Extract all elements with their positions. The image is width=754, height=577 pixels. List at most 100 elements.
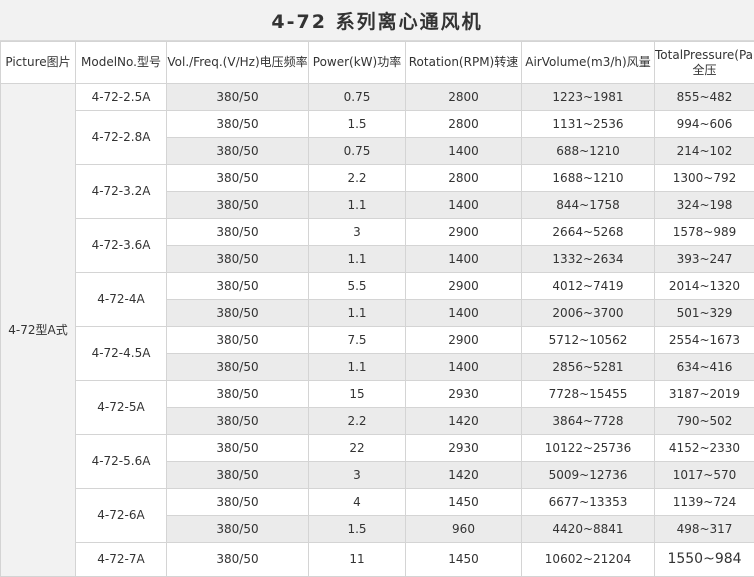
power-cell: 15 — [308, 380, 406, 408]
model-cell: 4-72-2.8A — [75, 110, 167, 165]
rotation-cell: 2800 — [405, 110, 522, 138]
pressure-cell: 1578~989 — [654, 218, 754, 246]
rotation-cell: 2930 — [405, 434, 522, 462]
air-volume-cell: 4420~8841 — [521, 515, 655, 543]
power-cell: 3 — [308, 218, 406, 246]
pressure-cell: 214~102 — [654, 137, 754, 165]
table-row: 4-72-5.6A 380/50 22 2930 10122~25736 4152~233… — [1, 434, 754, 489]
voltage-cell: 380/50 — [166, 164, 309, 192]
table-row: 4-72-2.8A 380/50 1.5 2800 1131~2536 994~606 — [1, 110, 754, 165]
table-row: 4-72-5A 380/50 15 2930 7728~15455 3187~2019 — [1, 380, 754, 435]
table-row: 4-72-7A 380/50 11 1450 10602~21204 1550~984 — [1, 542, 754, 577]
power-cell: 7.5 — [308, 326, 406, 354]
header-picture: Picture图片 — [0, 41, 76, 84]
air-volume-cell: 1223~1981 — [521, 83, 655, 111]
voltage-cell: 380/50 — [166, 407, 309, 435]
pressure-cell: 994~606 — [654, 110, 754, 138]
voltage-cell: 380/50 — [166, 191, 309, 219]
power-cell: 2.2 — [308, 164, 406, 192]
air-volume-cell: 5712~10562 — [521, 326, 655, 354]
air-volume-cell: 7728~15455 — [521, 380, 655, 408]
pressure-cell: 634~416 — [654, 353, 754, 381]
model-cell: 4-72-5A — [75, 380, 167, 435]
rotation-cell: 1400 — [405, 245, 522, 273]
rotation-cell: 2930 — [405, 380, 522, 408]
voltage-cell: 380/50 — [166, 434, 309, 462]
power-cell: 1.1 — [308, 353, 406, 381]
model-cell: 4-72-3.6A — [75, 218, 167, 273]
air-volume-cell: 5009~12736 — [521, 461, 655, 489]
pressure-cell: 324~198 — [654, 191, 754, 219]
power-cell: 1.5 — [308, 515, 406, 543]
model-cell: 4-72-4.5A — [75, 326, 167, 381]
power-cell: 1.5 — [308, 110, 406, 138]
voltage-cell: 380/50 — [166, 488, 309, 516]
header-rotation: Rotation(RPM)转速 — [405, 41, 522, 84]
header-power: Power(kW)功率 — [308, 41, 406, 84]
voltage-cell: 380/50 — [166, 326, 309, 354]
rotation-cell: 1400 — [405, 299, 522, 327]
power-cell: 1.1 — [308, 299, 406, 327]
rotation-cell: 2900 — [405, 218, 522, 246]
model-cell: 4-72-6A — [75, 488, 167, 543]
pressure-cell: 855~482 — [654, 83, 754, 111]
power-cell: 0.75 — [308, 137, 406, 165]
voltage-cell: 380/50 — [166, 137, 309, 165]
air-volume-cell: 2006~3700 — [521, 299, 655, 327]
table-row: 4-72-6A 380/50 4 1450 6677~13353 1139~724 — [1, 488, 754, 543]
voltage-cell: 380/50 — [166, 542, 309, 577]
voltage-cell: 380/50 — [166, 461, 309, 489]
air-volume-cell: 1688~1210 — [521, 164, 655, 192]
pressure-cell: 1017~570 — [654, 461, 754, 489]
pressure-cell: 3187~2019 — [654, 380, 754, 408]
voltage-cell: 380/50 — [166, 110, 309, 138]
air-volume-cell: 6677~13353 — [521, 488, 655, 516]
pressure-cell: 4152~2330 — [654, 434, 754, 462]
spec-table: Picture图片 ModelNo.型号 Vol./Freq.(V/Hz)电压频… — [0, 41, 754, 577]
rotation-cell: 2900 — [405, 326, 522, 354]
air-volume-cell: 3864~7728 — [521, 407, 655, 435]
voltage-cell: 380/50 — [166, 83, 309, 111]
power-cell: 4 — [308, 488, 406, 516]
air-volume-cell: 10122~25736 — [521, 434, 655, 462]
power-cell: 1.1 — [308, 245, 406, 273]
pressure-cell: 498~317 — [654, 515, 754, 543]
rotation-cell: 960 — [405, 515, 522, 543]
table-body: 4-72型A式 4-72-2.5A 380/50 0.75 2800 1223~1981 8… — [0, 83, 754, 577]
header-voltage: Vol./Freq.(V/Hz)电压频率 — [166, 41, 309, 84]
rotation-cell: 1400 — [405, 137, 522, 165]
power-cell: 2.2 — [308, 407, 406, 435]
voltage-cell: 380/50 — [166, 380, 309, 408]
model-cell: 4-72-7A — [75, 542, 167, 577]
air-volume-cell: 844~1758 — [521, 191, 655, 219]
power-cell: 0.75 — [308, 83, 406, 111]
voltage-cell: 380/50 — [166, 272, 309, 300]
header-row: Picture图片 ModelNo.型号 Vol./Freq.(V/Hz)电压频… — [0, 41, 754, 84]
air-volume-cell: 2856~5281 — [521, 353, 655, 381]
table-row: 4-72型A式 4-72-2.5A 380/50 0.75 2800 1223~1981 8… — [0, 83, 754, 577]
power-cell: 22 — [308, 434, 406, 462]
power-cell: 11 — [308, 542, 406, 577]
table-row: 4-72-3.2A 380/50 2.2 2800 1688~1210 1300~792 — [1, 164, 754, 219]
rotation-cell: 1450 — [405, 488, 522, 516]
voltage-cell: 380/50 — [166, 218, 309, 246]
rotation-cell: 2900 — [405, 272, 522, 300]
air-volume-cell: 2664~5268 — [521, 218, 655, 246]
rotation-cell: 1420 — [405, 407, 522, 435]
model-cell: 4-72-5.6A — [75, 434, 167, 489]
air-volume-cell: 1332~2634 — [521, 245, 655, 273]
rotation-cell: 1450 — [405, 542, 522, 577]
rotation-cell: 1400 — [405, 353, 522, 381]
power-cell: 3 — [308, 461, 406, 489]
page-title: 4-72 系列离心通风机 — [271, 10, 483, 33]
voltage-cell: 380/50 — [166, 515, 309, 543]
pressure-cell: 1550~984 — [654, 542, 754, 577]
picture-cell: 4-72型A式 — [0, 83, 76, 577]
air-volume-cell: 1131~2536 — [521, 110, 655, 138]
rotation-cell: 1420 — [405, 461, 522, 489]
voltage-cell: 380/50 — [166, 245, 309, 273]
table-row: 4-72-4.5A 380/50 7.5 2900 5712~10562 2554~167… — [1, 326, 754, 381]
header-model: ModelNo.型号 — [75, 41, 167, 84]
table-row: 4-72-4A 380/50 5.5 2900 4012~7419 2014~1320 — [1, 272, 754, 327]
pressure-cell: 1139~724 — [654, 488, 754, 516]
